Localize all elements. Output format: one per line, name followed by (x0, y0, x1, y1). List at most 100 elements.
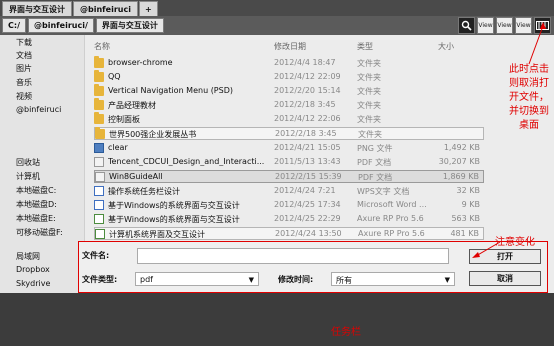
column-header-size[interactable]: 大小 (438, 41, 454, 52)
sidebar: 下载 文档 图片 音乐 视频 @binfeiruci 回收站 计算机 本地磁盘C… (0, 35, 85, 293)
sidebar-item-removable-f[interactable]: 可移动磁盘F: (16, 227, 63, 238)
file-list: 名称 修改日期 类型 大小 browser-chrome 2012/4/4 18… (88, 35, 488, 245)
file-name: 计算机系统界面及交互设计 (109, 230, 205, 239)
pdf-file-icon (95, 172, 105, 182)
file-type: Axure RP Pro 5.6 (358, 229, 425, 238)
file-row[interactable]: Vertical Navigation Menu (PSD) 2012/2/20… (94, 84, 484, 98)
filename-input[interactable] (137, 248, 449, 264)
search-icon[interactable] (458, 17, 475, 34)
sidebar-item-recycle-bin[interactable]: 回收站 (16, 157, 40, 168)
rp-file-icon (95, 229, 105, 239)
new-tab-button[interactable]: + (138, 1, 158, 16)
file-date: 2012/4/12 22:09 (274, 72, 341, 81)
file-name: 基于Windows的系统界面与交互设计 (108, 201, 240, 210)
file-date: 2012/4/24 13:50 (275, 229, 342, 238)
file-type: 文件夹 (357, 87, 381, 96)
file-row[interactable]: browser-chrome 2012/4/4 18:47 文件夹 (94, 56, 484, 70)
file-name: Vertical Navigation Menu (PSD) (108, 86, 233, 95)
doc-file-icon (94, 200, 104, 210)
file-name: 产品经理教材 (108, 101, 156, 110)
file-name: browser-chrome (108, 58, 173, 67)
tab-binfeiruci[interactable]: @binfeiruci (73, 1, 138, 16)
file-name: 世界500强企业发展丛书 (109, 130, 197, 139)
sidebar-item-disk-e[interactable]: 本地磁盘E: (16, 213, 56, 224)
file-type: PNG 文件 (357, 144, 393, 153)
file-row[interactable]: 基于Windows的系统界面与交互设计 2012/4/25 17:34 Micr… (94, 199, 484, 212)
file-row[interactable]: 产品经理教材 2012/2/18 3:45 文件夹 (94, 98, 484, 112)
column-header-modified[interactable]: 修改日期 (274, 41, 306, 52)
file-date: 2012/4/4 18:47 (274, 58, 336, 67)
cancel-button[interactable]: 取消 (469, 271, 541, 286)
folder-icon (94, 70, 104, 82)
folder-icon (94, 98, 104, 110)
rp-file-icon (94, 214, 104, 224)
filetype-value: pdf (140, 275, 153, 284)
file-name: clear (108, 143, 128, 152)
breadcrumb-user[interactable]: @binfeiruci/ (28, 18, 94, 33)
file-name: 控制面板 (108, 115, 140, 124)
column-header-type[interactable]: 类型 (357, 41, 373, 52)
file-size: 1,869 KB (442, 172, 479, 181)
file-type: Axure RP Pro 5.6 (357, 214, 424, 223)
file-row[interactable]: Tencent_CDCUI_Design_and_Interacti... 20… (94, 156, 484, 169)
file-row[interactable]: QQ 2012/4/12 22:09 文件夹 (94, 70, 484, 84)
file-type: 文件夹 (357, 73, 381, 82)
file-type: PDF 文档 (358, 173, 393, 182)
path-bar: C:/ @binfeiruci/ 界面与交互设计 View View View (0, 16, 554, 35)
file-row[interactable]: 控制面板 2012/4/12 22:06 文件夹 (94, 112, 484, 126)
sidebar-item-pictures[interactable]: 图片 (16, 63, 32, 74)
sidebar-item-user[interactable]: @binfeiruci (16, 105, 61, 114)
sidebar-item-dropbox[interactable]: Dropbox (16, 265, 50, 274)
annotation-arrow-down (472, 241, 501, 258)
file-size: 32 KB (456, 186, 480, 195)
file-size: 563 KB (451, 214, 480, 223)
annotation-arrow-up (528, 22, 546, 65)
sidebar-item-downloads[interactable]: 下载 (16, 37, 32, 48)
sidebar-item-videos[interactable]: 视频 (16, 91, 32, 102)
sidebar-item-lan[interactable]: 局域网 (16, 251, 40, 262)
file-row-selected[interactable]: Win8GuideAll 2012/2/15 15:39 PDF 文档 1,86… (94, 170, 484, 183)
modtime-select[interactable]: 所有 ▼ (331, 272, 455, 286)
file-name: QQ (108, 72, 121, 81)
file-type: WPS文字 文档 (357, 187, 410, 196)
file-row[interactable]: 世界500强企业发展丛书 2012/2/18 3:45 文件夹 (94, 127, 484, 140)
file-date: 2012/2/18 3:45 (275, 129, 337, 138)
file-type: 文件夹 (358, 130, 382, 139)
top-tab-strip: 界面与交互设计 @binfeiruci + (0, 0, 554, 16)
sidebar-item-computer[interactable]: 计算机 (16, 171, 40, 182)
folder-icon (94, 84, 104, 96)
column-header-name[interactable]: 名称 (94, 41, 110, 52)
breadcrumb-folder[interactable]: 界面与交互设计 (95, 18, 164, 33)
modtime-label: 修改时间: (278, 275, 314, 284)
file-size: 30,207 KB (438, 157, 480, 166)
breadcrumb-drive[interactable]: C:/ (2, 18, 26, 33)
file-type: PDF 文档 (357, 158, 392, 167)
sidebar-item-disk-c[interactable]: 本地磁盘C: (16, 185, 56, 196)
modtime-value: 所有 (336, 276, 352, 285)
filetype-select[interactable]: pdf ▼ (135, 272, 259, 286)
sidebar-item-music[interactable]: 音乐 (16, 77, 32, 88)
sidebar-item-disk-d[interactable]: 本地磁盘D: (16, 199, 57, 210)
filetype-label: 文件类型: (82, 275, 118, 284)
file-row[interactable]: 操作系统任务栏设计 2012/4/24 7:21 WPS文字 文档 32 KB (94, 185, 484, 198)
file-date: 2012/4/25 17:34 (274, 200, 341, 209)
annotation-cancel-open: 此时点击则取消打开文件，并切换到桌面 (509, 64, 549, 131)
tab-interface-design[interactable]: 界面与交互设计 (2, 1, 72, 16)
file-type: 文件夹 (357, 59, 381, 68)
annotation-taskbar: 任务栏 (331, 327, 361, 338)
sidebar-item-skydrive[interactable]: Skydrive (16, 279, 50, 288)
file-row[interactable]: clear 2012/4/21 15:05 PNG 文件 1,492 KB (94, 142, 484, 155)
view-icon[interactable]: View (477, 17, 494, 34)
file-size: 481 KB (450, 229, 479, 238)
file-size: 9 KB (461, 200, 480, 209)
file-row[interactable]: 计算机系统界面及交互设计 2012/4/24 13:50 Axure RP Pr… (94, 227, 484, 240)
file-date: 2012/4/25 22:29 (274, 214, 341, 223)
file-date: 2012/4/21 15:05 (274, 143, 341, 152)
file-date: 2011/5/13 13:43 (274, 157, 341, 166)
sidebar-item-documents[interactable]: 文档 (16, 50, 32, 61)
file-date: 2012/2/15 15:39 (275, 172, 342, 181)
file-name: 操作系统任务栏设计 (108, 187, 180, 196)
file-name: 基于Windows的系统界面与交互设计 (108, 215, 240, 224)
file-row[interactable]: 基于Windows的系统界面与交互设计 2012/4/25 22:29 Axur… (94, 213, 484, 226)
taskbar (0, 293, 554, 346)
